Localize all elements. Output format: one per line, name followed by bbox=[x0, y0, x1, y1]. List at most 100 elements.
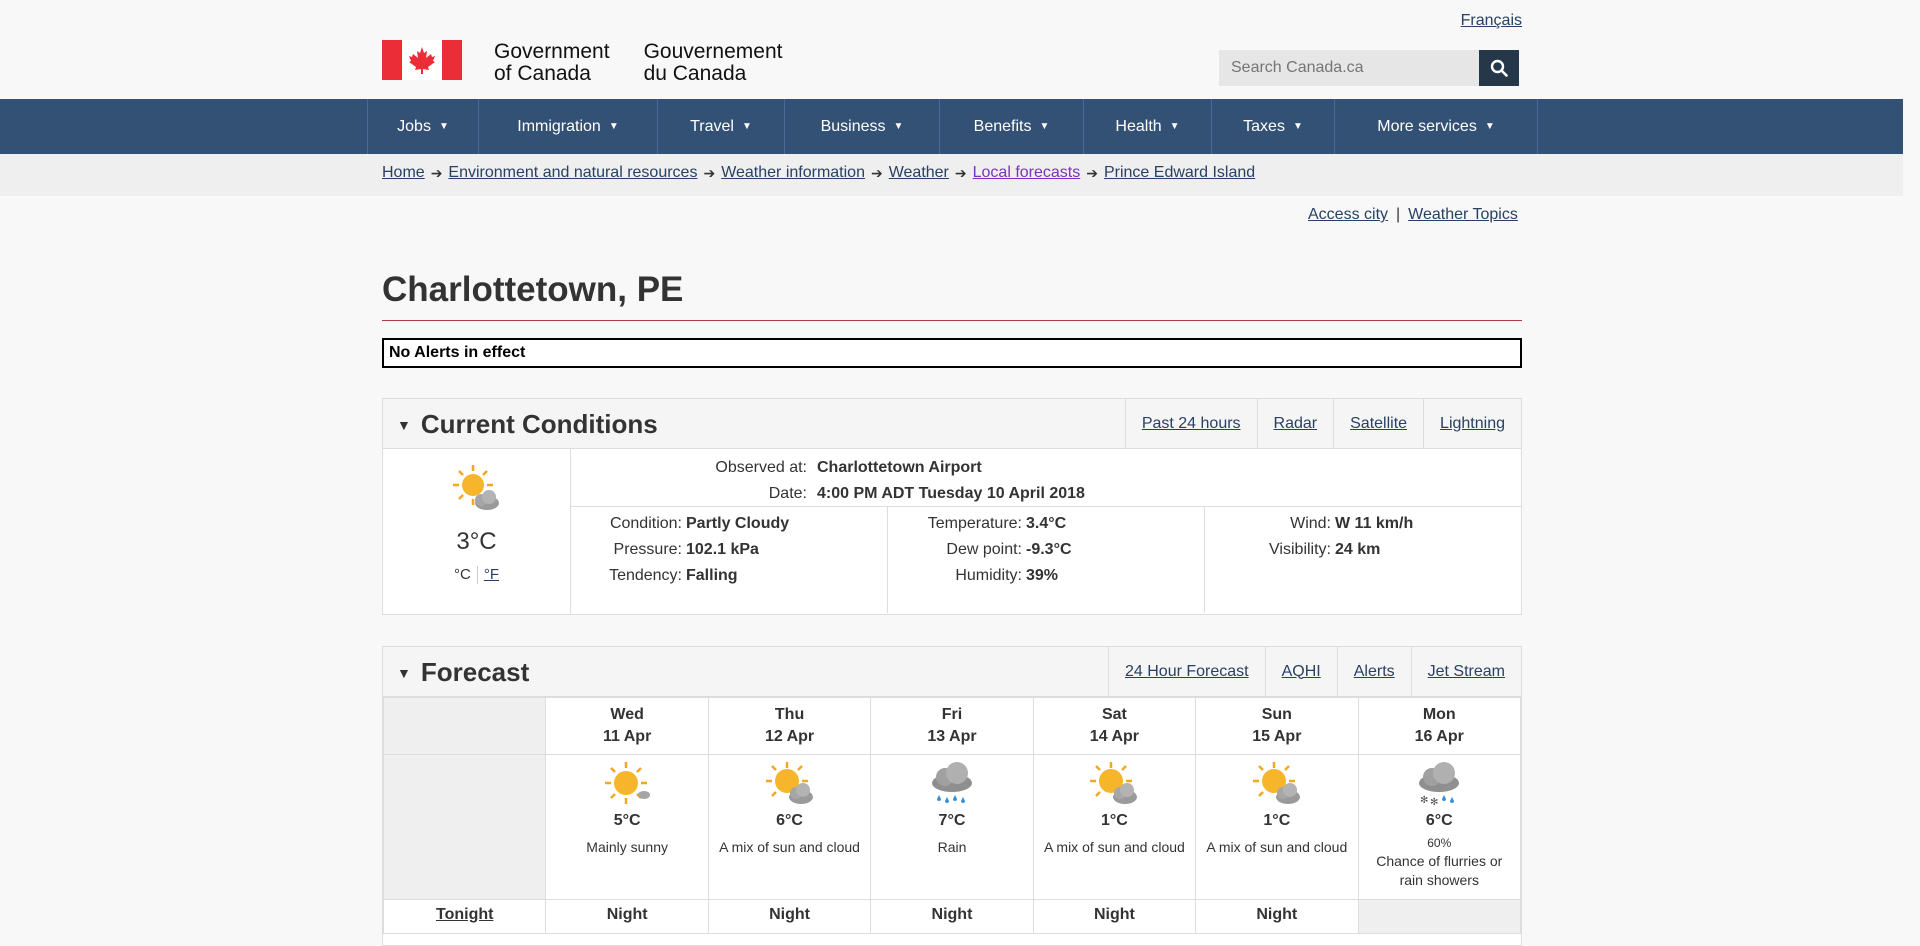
main-menu: Jobs ▼ Immigration ▼ Travel ▼ Business ▼ Ben… bbox=[367, 99, 1538, 154]
menu-item-business[interactable]: Business ▼ bbox=[785, 99, 940, 154]
tonight-link[interactable]: Tonight bbox=[436, 906, 493, 923]
wind-value: W 11 km/h bbox=[1335, 515, 1414, 532]
forecast-day-header: Thu 12 Apr bbox=[707, 697, 872, 755]
tab-satellite[interactable]: Satellite bbox=[1333, 399, 1423, 448]
observation-info: Observed at: Charlottetown Airport Date: 4… bbox=[571, 449, 1521, 507]
unit-toggle: °C °F bbox=[383, 566, 570, 585]
forecast-blank-cell bbox=[382, 697, 547, 755]
snow-rain-icon: ✻ ✻ bbox=[1419, 762, 1460, 808]
menu-item-taxes[interactable]: Taxes ▼ bbox=[1212, 99, 1335, 154]
chevron-down-icon: ▼ bbox=[741, 121, 752, 132]
forecast-pop: 60% bbox=[1427, 836, 1452, 850]
dewpoint-label: Dew point: bbox=[946, 541, 1022, 558]
partly-cloudy-icon bbox=[452, 465, 499, 510]
night-header: Night bbox=[545, 899, 709, 934]
canada-flag-icon bbox=[382, 40, 462, 80]
temperature-value: 3.4°C bbox=[1026, 515, 1067, 532]
government-signature[interactable]: Government of Canada Gouvernement du Can… bbox=[382, 40, 782, 85]
forecast-day-header: Mon 16 Apr bbox=[1357, 697, 1522, 755]
menu-item-benefits[interactable]: Benefits ▼ bbox=[940, 99, 1084, 154]
sun-cloud-icon bbox=[765, 762, 813, 804]
arrow-right-icon: ➔ bbox=[430, 164, 443, 181]
collapse-triangle-icon: ▼ bbox=[397, 417, 411, 433]
breadcrumb-prince-edward-island[interactable]: Prince Edward Island bbox=[1104, 164, 1255, 182]
visibility-label: Visibility: bbox=[1269, 541, 1331, 558]
search-icon bbox=[1490, 59, 1508, 77]
temperature-label: Temperature: bbox=[927, 515, 1022, 532]
forecast-day-row: Wed 11 Apr Thu 12 Apr Fri 13 Apr Sat 14 Apr … bbox=[382, 697, 1522, 755]
forecast-summary: Mainly sunny bbox=[586, 839, 668, 855]
date-label: Date: bbox=[768, 485, 807, 502]
humidity-value: 39% bbox=[1026, 567, 1059, 584]
forecast-temp: 6°C bbox=[1425, 812, 1453, 829]
night-header: Night bbox=[870, 899, 1034, 934]
maple-leaf-icon bbox=[409, 47, 435, 74]
forecast-blank-cell bbox=[1357, 899, 1522, 934]
forecast-summary: A mix of sun and cloud bbox=[1043, 839, 1185, 855]
sun-cloud-icon bbox=[1252, 762, 1300, 804]
arrow-right-icon: ➔ bbox=[1086, 164, 1098, 181]
sun-cloud-icon bbox=[1090, 762, 1138, 804]
chevron-down-icon: ▼ bbox=[1039, 121, 1050, 132]
breadcrumb-weather[interactable]: Weather bbox=[889, 164, 949, 182]
link-separator: | bbox=[1396, 206, 1401, 223]
current-conditions-tabs: Past 24 hours Radar Satellite Lightning bbox=[1124, 399, 1521, 448]
forecast-detail-row: 5°C Mainly sunny 6°C A mix of sun and cl… bbox=[382, 754, 1522, 900]
conditions-column-2: Temperature: 3.4°C Dew point: -9.3°C Humid… bbox=[888, 507, 1205, 613]
language-toggle-link[interactable]: Français bbox=[1461, 12, 1522, 30]
tab-radar[interactable]: Radar bbox=[1256, 399, 1334, 448]
breadcrumb: Home ➔ Environment and natural resources… bbox=[0, 154, 1903, 196]
search-button[interactable] bbox=[1479, 50, 1519, 86]
top-links: Access city | Weather Topics bbox=[1308, 206, 1518, 224]
forecast-day-cell: 6°C A mix of sun and cloud bbox=[707, 754, 872, 900]
tab-alerts[interactable]: Alerts bbox=[1336, 647, 1411, 696]
forecast-day-header: Fri 13 Apr bbox=[870, 697, 1034, 755]
current-temperature: 3°C bbox=[456, 528, 497, 555]
breadcrumb-environment[interactable]: Environment and natural resources bbox=[448, 164, 697, 182]
tab-24-hour-forecast[interactable]: 24 Hour Forecast bbox=[1108, 647, 1265, 696]
collapse-triangle-icon: ▼ bbox=[397, 665, 411, 681]
current-conditions-heading[interactable]: ▼ Current Conditions bbox=[397, 409, 658, 440]
chevron-down-icon: ▼ bbox=[438, 121, 449, 132]
tab-aqhi[interactable]: AQHI bbox=[1264, 647, 1337, 696]
menu-item-jobs[interactable]: Jobs ▼ bbox=[368, 99, 479, 154]
forecast-day-header: Sat 14 Apr bbox=[1032, 697, 1197, 755]
forecast-summary: Chance of flurries or rain showers bbox=[1376, 853, 1503, 888]
weather-topics-link[interactable]: Weather Topics bbox=[1408, 206, 1518, 224]
wind-label: Wind: bbox=[1290, 515, 1331, 532]
conditions-column-1: Condition: Partly Cloudy Pressure: 102.1 k… bbox=[571, 507, 888, 613]
forecast-summary: A mix of sun and cloud bbox=[719, 839, 860, 855]
forecast-day-cell: ✻ ✻ 6°C 60% Chance of flurries or rain sh… bbox=[1357, 754, 1522, 900]
dewpoint-value: -9.3°C bbox=[1026, 541, 1072, 558]
condition-value: Partly Cloudy bbox=[686, 515, 790, 532]
chevron-down-icon: ▼ bbox=[1169, 121, 1180, 132]
unit-fahrenheit-link[interactable]: °F bbox=[484, 566, 499, 583]
forecast-day-header: Sun 15 Apr bbox=[1195, 697, 1359, 755]
tab-past-24-hours[interactable]: Past 24 hours bbox=[1124, 399, 1257, 448]
svg-text:✻: ✻ bbox=[1430, 797, 1438, 807]
menu-item-more-services[interactable]: More services ▼ bbox=[1335, 99, 1538, 154]
breadcrumb-home[interactable]: Home bbox=[382, 164, 425, 182]
forecast-heading[interactable]: ▼ Forecast bbox=[397, 657, 529, 688]
night-header: Night bbox=[1195, 899, 1359, 934]
observed-value: Charlottetown Airport bbox=[817, 459, 982, 476]
tab-jet-stream[interactable]: Jet Stream bbox=[1410, 647, 1521, 696]
government-name-fr: Gouvernement du Canada bbox=[643, 40, 783, 85]
menu-item-travel[interactable]: Travel ▼ bbox=[658, 99, 785, 154]
unit-celsius: °C bbox=[453, 566, 471, 583]
access-city-link[interactable]: Access city bbox=[1308, 206, 1388, 224]
tendency-value: Falling bbox=[686, 567, 738, 584]
menu-item-health[interactable]: Health ▼ bbox=[1084, 99, 1212, 154]
arrow-right-icon: ➔ bbox=[703, 164, 716, 181]
search-input[interactable] bbox=[1219, 50, 1479, 86]
breadcrumb-local-forecasts[interactable]: Local forecasts bbox=[973, 164, 1081, 182]
government-name-en: Government of Canada bbox=[494, 40, 610, 85]
forecast-day-cell: 1°C A mix of sun and cloud bbox=[1195, 754, 1359, 900]
menu-item-immigration[interactable]: Immigration ▼ bbox=[479, 99, 658, 154]
breadcrumb-weather-information[interactable]: Weather information bbox=[721, 164, 865, 182]
tab-lightning[interactable]: Lightning bbox=[1423, 399, 1521, 448]
chevron-down-icon: ▼ bbox=[893, 121, 904, 132]
chevron-down-icon: ▼ bbox=[1484, 121, 1495, 132]
humidity-label: Humidity: bbox=[955, 567, 1022, 584]
svg-text:✻: ✻ bbox=[1420, 795, 1428, 806]
